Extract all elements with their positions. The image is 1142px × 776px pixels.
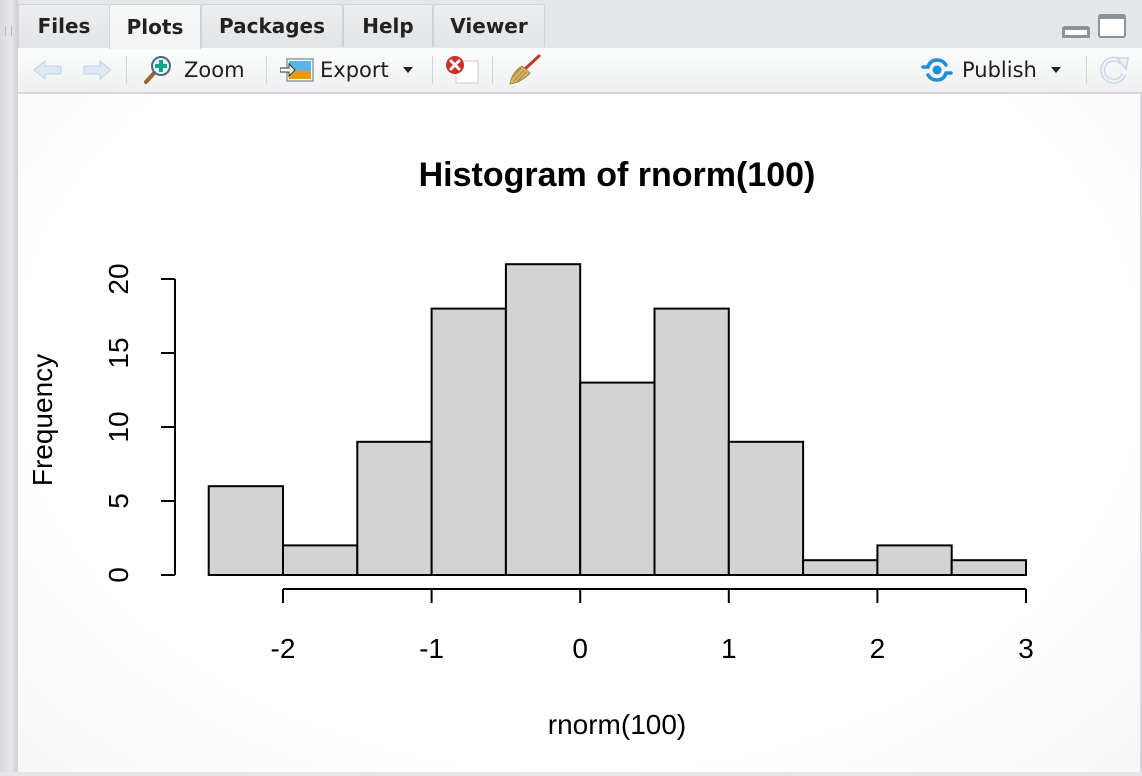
refresh-icon bbox=[1100, 56, 1129, 84]
tab-viewer[interactable]: Viewer bbox=[433, 4, 545, 47]
tab-help[interactable]: Help bbox=[343, 4, 433, 47]
x-tick-label: 2 bbox=[870, 633, 886, 664]
y-axis: 0 5 10 15 20 bbox=[103, 263, 176, 583]
export-label: Export bbox=[320, 58, 389, 82]
toolbar-divider bbox=[126, 56, 127, 84]
arrow-right-icon bbox=[83, 59, 112, 81]
remove-plot-button[interactable] bbox=[444, 48, 480, 92]
histogram-bar bbox=[727, 440, 805, 576]
zoom-button[interactable]: Zoom bbox=[142, 48, 245, 92]
arrow-left-icon bbox=[33, 59, 62, 81]
histogram-bar bbox=[950, 559, 1028, 577]
export-menu-button[interactable]: Export bbox=[280, 48, 413, 92]
remove-plot-icon bbox=[446, 56, 479, 84]
chevron-down-icon bbox=[1050, 67, 1061, 73]
export-image-icon bbox=[280, 58, 314, 82]
pane-tabbar: Files Plots Packages Help Viewer bbox=[18, 0, 1142, 49]
y-tick-label: 20 bbox=[103, 263, 134, 294]
toolbar-divider bbox=[1086, 56, 1087, 84]
y-tick-label: 10 bbox=[103, 411, 134, 442]
histogram-bar bbox=[430, 307, 507, 576]
publish-menu-button[interactable]: Publish bbox=[920, 48, 1061, 92]
histogram-bar bbox=[282, 544, 359, 576]
histogram-bar bbox=[207, 485, 284, 577]
histogram-bar bbox=[579, 381, 656, 576]
zoom-label: Zoom bbox=[184, 58, 245, 82]
x-tick-label: 0 bbox=[572, 633, 588, 664]
tab-label: Files bbox=[37, 14, 91, 38]
publish-label: Publish bbox=[962, 58, 1037, 82]
x-tick-label: 1 bbox=[721, 633, 737, 664]
y-tick-label: 15 bbox=[103, 337, 134, 368]
y-tick-label: 0 bbox=[103, 567, 134, 583]
x-tick-label: -2 bbox=[271, 633, 296, 664]
tab-label: Plots bbox=[126, 15, 184, 39]
tab-files[interactable]: Files bbox=[18, 4, 110, 47]
tab-label: Packages bbox=[218, 14, 326, 38]
toolbar-divider bbox=[492, 56, 493, 84]
x-tick-label: -1 bbox=[419, 633, 444, 664]
plot-viewport: Histogram of rnorm(100) rnorm(100) Frequ… bbox=[18, 94, 1140, 772]
tab-label: Help bbox=[362, 14, 414, 38]
broom-icon bbox=[509, 54, 541, 85]
y-tick-label: 5 bbox=[103, 493, 134, 509]
histogram-bar bbox=[504, 263, 582, 576]
histogram-bar bbox=[802, 559, 879, 577]
tab-plots[interactable]: Plots bbox=[109, 4, 201, 49]
x-tick-label: 3 bbox=[1018, 633, 1034, 664]
histogram-bar bbox=[653, 307, 730, 576]
tab-packages[interactable]: Packages bbox=[201, 4, 343, 47]
forward-button[interactable] bbox=[81, 48, 113, 92]
maximize-pane-icon[interactable] bbox=[1098, 14, 1126, 38]
y-axis-label: Frequency bbox=[27, 354, 58, 486]
pane-splitter[interactable] bbox=[0, 0, 19, 772]
tab-label: Viewer bbox=[450, 14, 528, 38]
magnifier-plus-icon bbox=[144, 56, 171, 84]
toolbar-divider bbox=[266, 56, 267, 84]
histogram-bar bbox=[876, 544, 953, 576]
splitter-grip-icon bbox=[5, 26, 12, 36]
back-button[interactable] bbox=[32, 48, 64, 92]
toolbar-divider bbox=[432, 56, 433, 84]
publish-icon bbox=[921, 58, 953, 82]
refresh-button[interactable] bbox=[1098, 48, 1130, 92]
minimize-pane-icon[interactable] bbox=[1062, 26, 1090, 38]
bars-group bbox=[207, 263, 1028, 577]
chevron-down-icon bbox=[402, 67, 413, 73]
x-axis: -2 -1 0 1 2 3 bbox=[271, 588, 1034, 664]
histogram-chart: Histogram of rnorm(100) rnorm(100) Frequ… bbox=[27, 156, 1034, 740]
x-axis-label: rnorm(100) bbox=[548, 709, 686, 740]
plots-toolbar: Zoom Export Publish bbox=[18, 48, 1142, 94]
histogram-bar bbox=[356, 440, 433, 576]
clear-all-plots-button[interactable] bbox=[506, 48, 542, 92]
chart-title: Histogram of rnorm(100) bbox=[419, 156, 816, 194]
